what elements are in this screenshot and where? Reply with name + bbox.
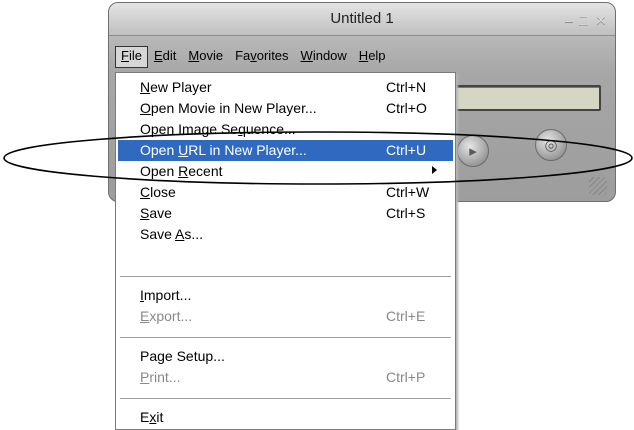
menu-file[interactable]: File xyxy=(115,46,148,68)
menu-item-shortcut: Ctrl+U xyxy=(386,142,427,158)
menu-bar: File Edit Movie Favorites Window Help xyxy=(115,46,392,68)
menu-item-export[interactable]: Export... Ctrl+E xyxy=(118,306,453,327)
maximize-icon[interactable]: □ xyxy=(579,12,587,28)
menu-item-shortcut: Ctrl+E xyxy=(386,308,426,324)
menu-item-label: Open URL in New Player... xyxy=(140,142,307,158)
menu-label: ile xyxy=(128,48,142,63)
menu-item-new-player[interactable]: New Player Ctrl+N xyxy=(118,77,453,98)
menu-label: Fa xyxy=(235,48,251,63)
menu-help[interactable]: Help xyxy=(353,46,392,68)
menu-item-close[interactable]: Close Ctrl+W xyxy=(118,182,453,203)
menu-item-label: Export... xyxy=(140,308,193,324)
menu-accel: W xyxy=(300,48,313,63)
menu-favorites[interactable]: Favorites xyxy=(229,46,294,68)
menu-label: elp xyxy=(368,48,386,63)
menu-item-open-url[interactable]: Open URL in New Player... Ctrl+U xyxy=(118,140,453,161)
menu-item-label: Open Recent xyxy=(140,163,223,179)
menu-item-exit[interactable]: Exit xyxy=(118,407,453,428)
status-display xyxy=(449,85,601,111)
menu-accel: M xyxy=(188,48,200,63)
menu-item-label: Import... xyxy=(140,287,192,303)
volume-knob-icon: ◎ xyxy=(544,137,558,154)
menu-item-label: Page Setup... xyxy=(140,348,225,364)
menu-item-label: Save xyxy=(140,205,172,221)
title-bar[interactable]: Untitled 1 – □ ✕ xyxy=(109,3,615,36)
menu-item-label: Save As... xyxy=(140,226,204,242)
skip-forward-icon: ▸ xyxy=(469,143,477,160)
submenu-arrow-icon xyxy=(432,166,437,174)
menu-item-shortcut: Ctrl+S xyxy=(386,205,426,221)
menu-item-shortcut: Ctrl+O xyxy=(386,100,427,116)
next-button[interactable]: ▸ xyxy=(457,135,489,167)
menu-item-label: Open Image Sequence... xyxy=(140,121,296,137)
menu-separator xyxy=(120,398,451,400)
menu-item-save[interactable]: Save Ctrl+S xyxy=(118,203,453,224)
menu-accel: E xyxy=(153,48,163,63)
minimize-icon[interactable]: – xyxy=(565,12,573,28)
menu-label: ovie xyxy=(199,48,224,63)
close-icon[interactable]: ✕ xyxy=(595,12,607,29)
menu-label: indow xyxy=(312,48,347,63)
menu-separator xyxy=(120,337,451,339)
menu-item-shortcut: Ctrl+P xyxy=(386,369,426,385)
menu-accel: H xyxy=(358,48,369,63)
resize-grip[interactable] xyxy=(589,177,607,195)
menu-item-save-as[interactable]: Save As... xyxy=(118,224,453,245)
menu-movie[interactable]: Movie xyxy=(182,46,229,68)
menu-item-label: Open Movie in New Player... xyxy=(140,100,317,116)
menu-accel: F xyxy=(121,48,129,63)
menu-item-label: Exit xyxy=(140,409,164,425)
volume-button[interactable]: ◎ xyxy=(535,129,567,161)
menu-item-open-movie[interactable]: Open Movie in New Player... Ctrl+O xyxy=(118,98,453,119)
menu-item-shortcut: Ctrl+W xyxy=(386,184,430,200)
menu-label: orites xyxy=(256,48,289,63)
menu-item-label: New Player xyxy=(140,79,212,95)
menu-item-label: Print... xyxy=(140,369,181,385)
menu-item-open-recent[interactable]: Open Recent xyxy=(118,161,453,182)
menu-label: dit xyxy=(162,48,177,63)
menu-item-label: Close xyxy=(140,184,176,200)
menu-separator xyxy=(120,276,451,278)
menu-item-shortcut: Ctrl+N xyxy=(386,79,427,95)
window-title: Untitled 1 xyxy=(330,10,394,27)
menu-item-import[interactable]: Import... xyxy=(118,285,453,306)
menu-item-open-image-sequence[interactable]: Open Image Sequence... xyxy=(118,119,453,140)
menu-window[interactable]: Window xyxy=(295,46,353,68)
file-menu-dropdown: New Player Ctrl+N Open Movie in New Play… xyxy=(115,72,456,430)
menu-item-page-setup[interactable]: Page Setup... xyxy=(118,346,453,367)
menu-item-print[interactable]: Print... Ctrl+P xyxy=(118,367,453,388)
menu-edit[interactable]: Edit xyxy=(148,46,182,68)
